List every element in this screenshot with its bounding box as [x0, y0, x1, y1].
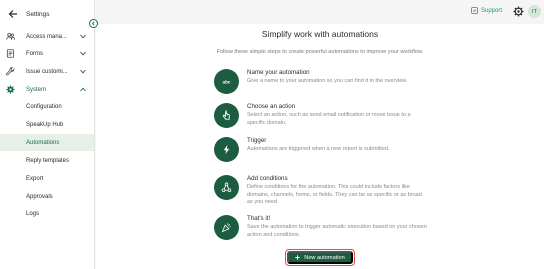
sidebar-item-configuration[interactable]: Configuration [0, 98, 94, 115]
settings-gear-icon[interactable] [513, 6, 524, 17]
user-avatar[interactable]: IT [528, 5, 541, 18]
sidebar-item-speakup-hub[interactable]: SpeakUp Hub [0, 116, 94, 133]
svg-text:abc: abc [223, 79, 231, 84]
step-description: Automations are triggered when a new rep… [247, 146, 390, 152]
sidebar-item-label: Automations [26, 139, 60, 146]
step-title: Name your automation [247, 69, 310, 76]
sidebar-item-export[interactable]: Export [0, 170, 94, 187]
lightning-icon [223, 144, 230, 155]
new-automation-button[interactable]: New automation [287, 251, 353, 264]
sidebar-item-label: Configuration [26, 103, 62, 110]
step-icon-circle: abc [214, 69, 239, 94]
settings-title: Settings [26, 10, 50, 18]
support-link[interactable]: Support [471, 7, 502, 14]
step-description: Select an action, such as send email not… [247, 112, 411, 126]
step-title: Choose an action [247, 103, 296, 110]
sidebar-item-label: System [26, 86, 47, 93]
sidebar-item-label: Access mana... [26, 33, 68, 40]
step-title: Add conditions [247, 175, 288, 182]
new-automation-label: New automation [304, 254, 345, 261]
sidebar-item-approvals[interactable]: Approvals [0, 188, 94, 205]
sidebar-item-system[interactable]: System [0, 81, 94, 98]
people-icon [6, 32, 15, 40]
back-arrow-icon[interactable] [8, 9, 18, 19]
sidebar-item-reply-templates[interactable]: Reply templates [0, 152, 94, 169]
step-icon-circle [214, 137, 239, 162]
pointer-hand-icon [222, 110, 230, 120]
sidebar-item-label: Issue customi... [26, 68, 68, 75]
back-to-settings[interactable]: Settings [8, 8, 50, 20]
sidebar-item-access-management[interactable]: Access mana... [0, 28, 94, 45]
wrench-icon [6, 67, 15, 76]
gear-icon [6, 85, 15, 94]
sidebar-item-forms[interactable]: Forms [0, 45, 94, 62]
sidebar: Settings Access mana... Forms Issue cust… [0, 0, 95, 269]
sidebar-item-label: Forms [26, 50, 43, 57]
text-abc-icon: abc [223, 79, 231, 84]
step-icon-circle [214, 175, 239, 200]
sidebar-item-label: Logs [26, 210, 40, 217]
step-description: Define conditions for the automation. Th… [247, 184, 422, 206]
main-content: Simplify work with automations Follow th… [96, 24, 544, 269]
conditions-icon [221, 182, 232, 193]
chevron-down-icon [80, 69, 86, 74]
support-label: Support [481, 7, 503, 14]
plus-icon [295, 255, 300, 260]
form-icon [6, 49, 15, 58]
sidebar-item-label: Reply templates [26, 157, 70, 164]
sidebar-item-label: Approvals [26, 193, 53, 200]
step-description: Give a name to your automation so you ca… [247, 78, 408, 84]
step-title: Trigger [247, 137, 267, 144]
chevron-down-icon [80, 34, 86, 39]
step-icon-circle [214, 103, 239, 128]
sidebar-item-label: Export [26, 175, 44, 182]
sidebar-item-logs[interactable]: Logs [0, 205, 94, 222]
step-icon-circle [214, 215, 239, 240]
chevron-down-icon [80, 51, 86, 56]
chevron-up-icon [80, 87, 86, 92]
new-automation-highlight: New automation [285, 249, 355, 266]
sidebar-item-automations[interactable]: Automations [0, 134, 94, 151]
chevron-left-icon [91, 21, 95, 26]
collapse-sidebar-button[interactable] [89, 19, 98, 28]
step-description: Save the automation to trigger automatic… [247, 224, 427, 238]
step-title: That's it! [247, 215, 271, 222]
sidebar-item-issue-customization[interactable]: Issue customi... [0, 63, 94, 80]
sidebar-item-label: SpeakUp Hub [26, 121, 64, 128]
page-subtitle: Follow these simple steps to create powe… [216, 49, 424, 55]
page-title: Simplify work with automations [261, 29, 379, 39]
support-icon [471, 7, 478, 14]
celebration-icon [221, 223, 231, 233]
